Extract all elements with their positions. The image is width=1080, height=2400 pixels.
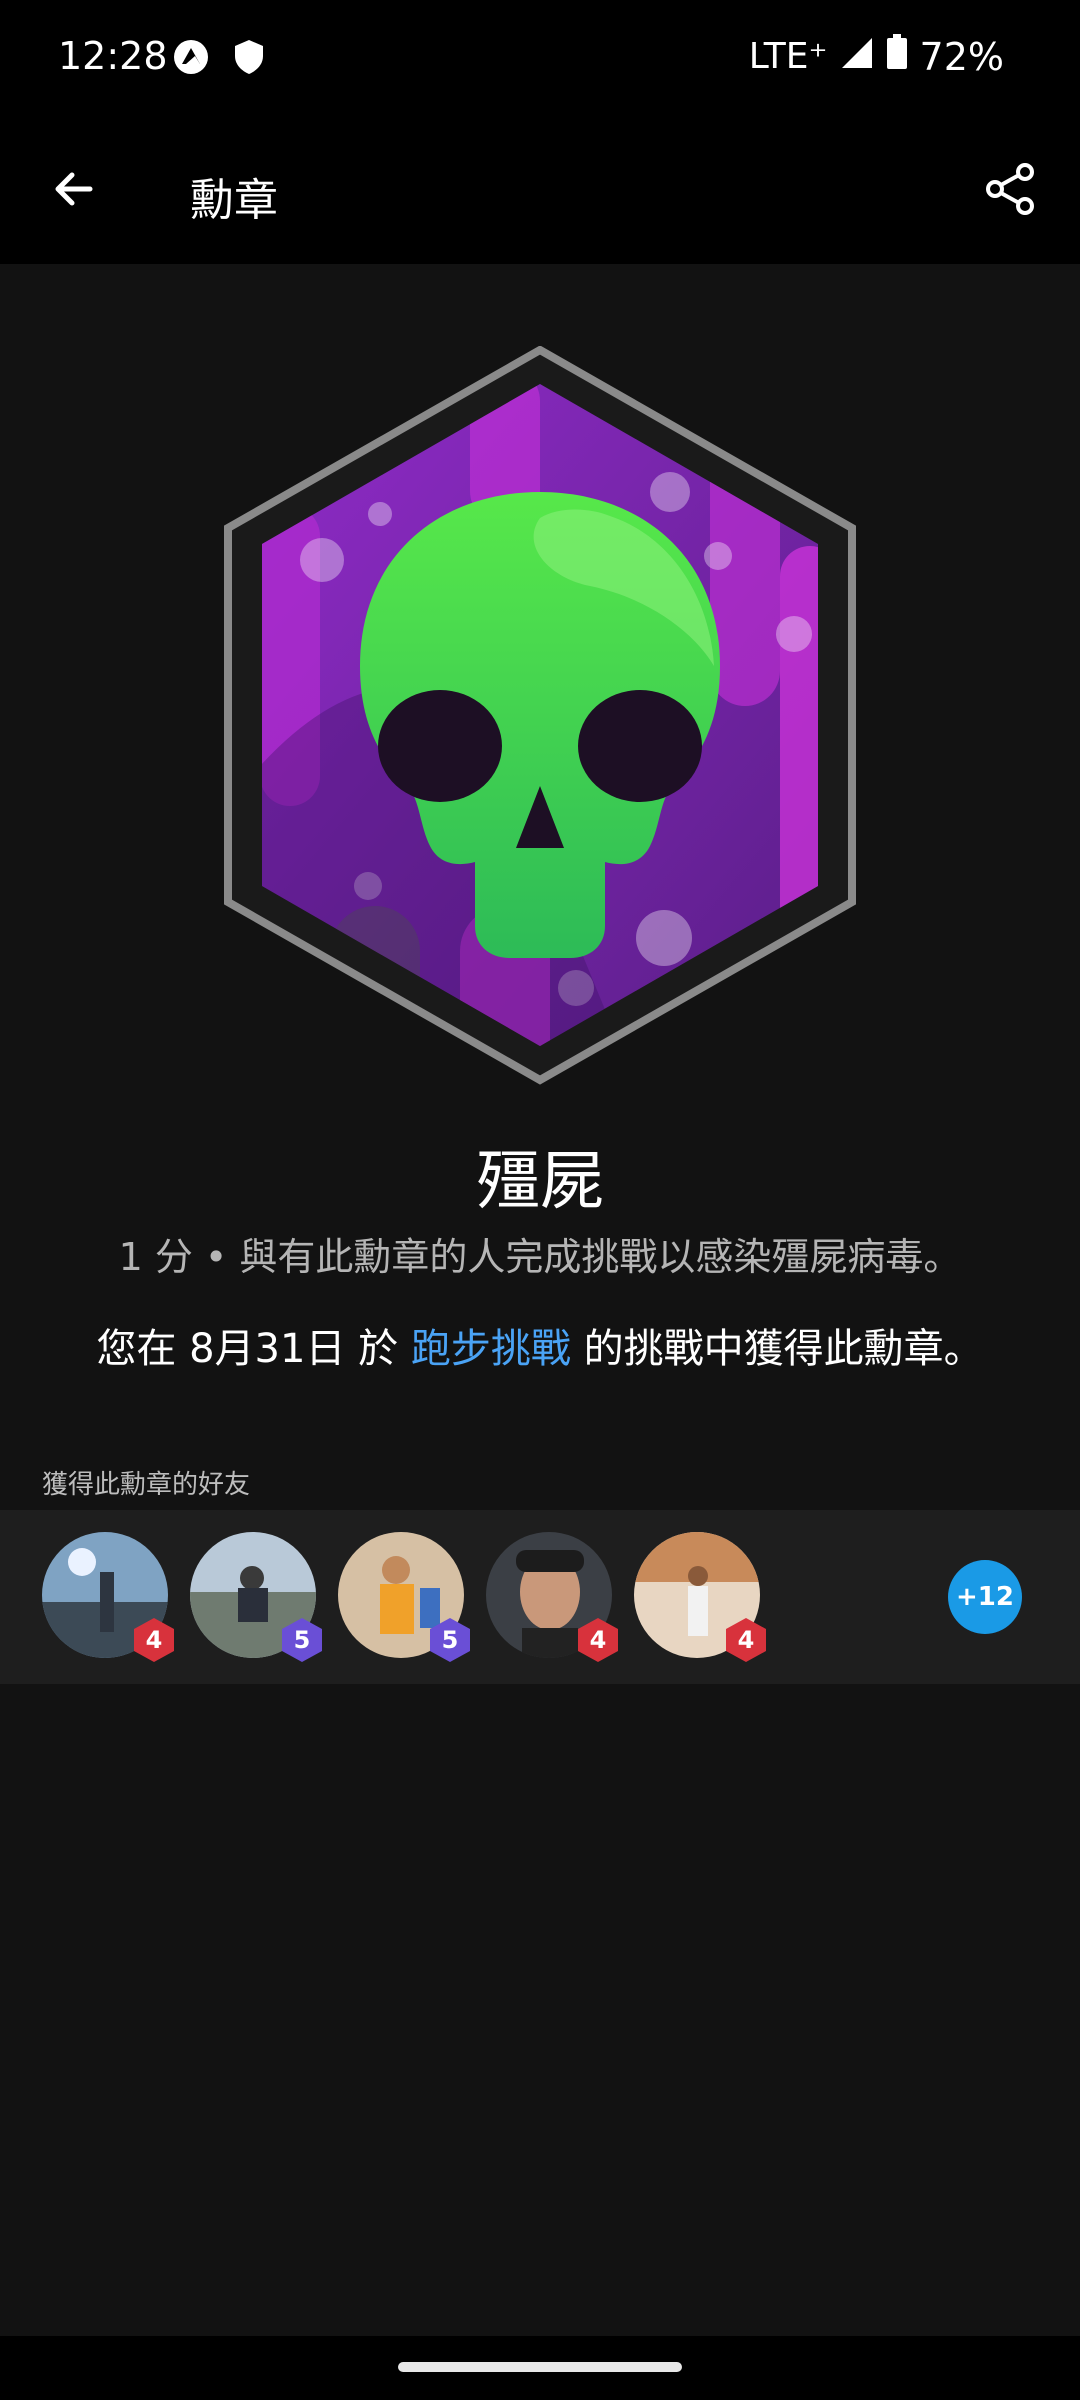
challenge-link[interactable]: 跑步挑戰	[411, 1326, 571, 1372]
battery-icon	[886, 34, 908, 79]
app-bar: 勳章	[0, 118, 1080, 264]
badge-description: 1 分 • 與有此勳章的人完成挑戰以感染殭屍病毒。	[118, 1235, 962, 1279]
status-time: 12:28	[58, 34, 168, 78]
friends-section-label: 獲得此勳章的好友	[42, 1470, 251, 1500]
badge-name: 殭屍	[476, 1145, 604, 1219]
back-button[interactable]	[34, 156, 114, 226]
status-right: LTE⁺ 72%	[749, 34, 1004, 79]
friend-avatar[interactable]: 4	[634, 1532, 766, 1662]
friend-avatar[interactable]: 5	[338, 1532, 470, 1662]
network-type: LTE⁺	[748, 36, 828, 77]
earned-info: 您在 8月31日 於 跑步挑戰 的挑戰中獲得此勳章。	[0, 1316, 1080, 1374]
shield-icon	[232, 38, 270, 76]
page-title: 勳章	[190, 175, 278, 226]
friend-avatar[interactable]: 5	[190, 1532, 322, 1662]
friend-avatar[interactable]: 4	[486, 1532, 618, 1662]
earned-prefix: 您在 8月31日 於	[96, 1326, 411, 1372]
badge-image	[220, 345, 860, 1086]
status-bar: 12:28 LTE⁺ 72%	[0, 0, 1080, 118]
friends-list: 4 5 5 4 4 +12	[0, 1510, 1080, 1684]
more-friends-button[interactable]: +12	[948, 1560, 1022, 1634]
home-indicator[interactable]	[398, 2362, 682, 2372]
earned-suffix: 的挑戰中獲得此勳章。	[570, 1326, 984, 1372]
friend-avatar[interactable]: 4	[42, 1532, 174, 1662]
share-icon	[983, 162, 1037, 220]
battery-percent: 72%	[919, 34, 1004, 79]
signal-icon	[840, 35, 874, 79]
share-button[interactable]	[970, 156, 1050, 226]
notification-app-icon	[172, 38, 210, 76]
arrow-left-icon	[50, 165, 98, 217]
